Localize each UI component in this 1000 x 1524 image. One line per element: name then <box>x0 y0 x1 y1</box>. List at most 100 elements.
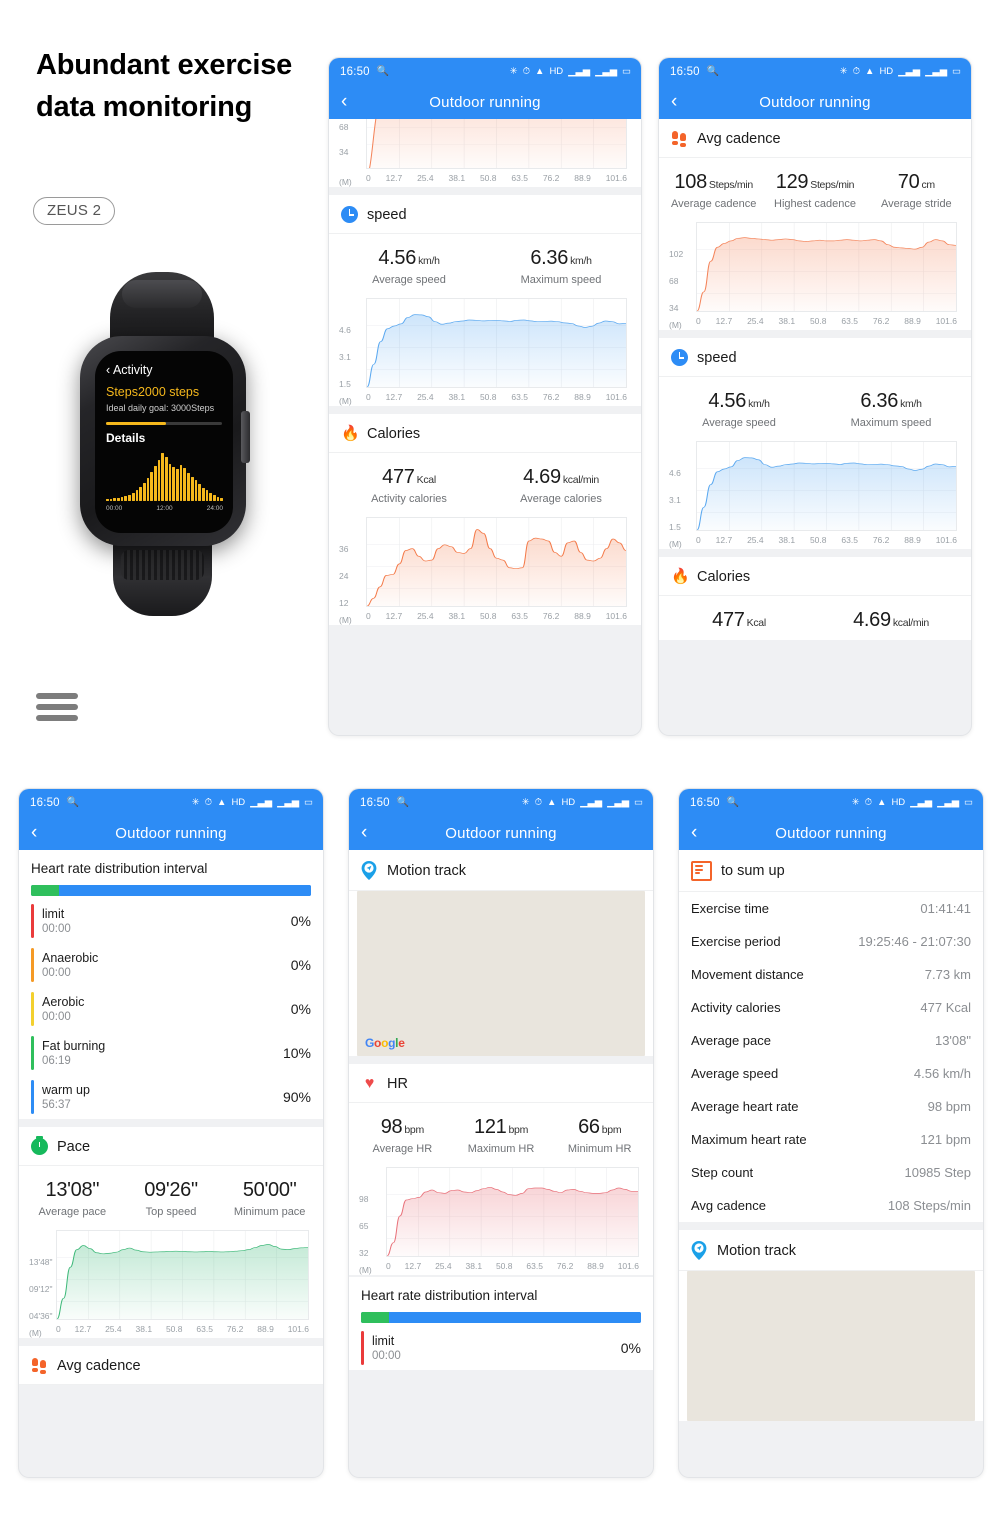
screen-content[interactable]: 68 34 (M) 0 12.7 25.4 38.1 50.8 63.5 76.2 88.9 1… <box>329 119 641 625</box>
battery-icon: ▭ <box>634 796 643 808</box>
stat-unit: bpm <box>404 1124 424 1136</box>
summary-key: Maximum heart rate <box>691 1132 807 1147</box>
stat-value: 121 bpm <box>474 1116 529 1138</box>
chart-y-tick: 1.5 <box>339 379 351 390</box>
hamburger-icon[interactable] <box>36 693 78 726</box>
stat-unit: cm <box>921 179 935 191</box>
sum-up-icon <box>691 861 712 881</box>
search-icon[interactable]: 🔍 <box>727 797 739 808</box>
watch-goal-label: Ideal daily goal: 3000Steps <box>106 403 215 413</box>
stat-label: Highest cadence <box>774 198 856 210</box>
chart-x-tick: 88.9 <box>574 173 591 183</box>
screen-content[interactable]: Motion track Google ♥ HR 98 bpm Average H… <box>349 850 653 1370</box>
chart-y-tick: 102 <box>669 249 684 260</box>
stat-value: 6.36 km/h <box>860 390 922 412</box>
card-header: Avg cadence <box>19 1346 323 1385</box>
stat-unit: kcal/min <box>892 617 929 629</box>
summary-key: Avg cadence <box>691 1198 766 1213</box>
summary-row: Exercise period 19:25:46 - 21:07:30 <box>679 925 983 958</box>
back-chevron-icon[interactable]: ‹ <box>31 821 37 845</box>
chart-unit-label: (M) <box>669 320 682 330</box>
summary-value: 19:25:46 - 21:07:30 <box>858 934 971 949</box>
signal-icon: ▁▃▅ <box>277 796 300 808</box>
screen-content[interactable]: Heart rate distribution interval limit 0… <box>19 850 323 1385</box>
map-view[interactable] <box>687 1271 975 1421</box>
search-icon[interactable]: 🔍 <box>707 66 719 77</box>
hr-zone-percent: 0% <box>290 913 311 929</box>
cadence-card-cropped: 68 34 (M) 0 12.7 25.4 38.1 50.8 63.5 76.2 88.9 1… <box>329 119 641 187</box>
back-chevron-icon[interactable]: ‹ <box>341 90 347 114</box>
chart-y-tick: 34 <box>669 303 679 314</box>
hr-distribution-card: Heart rate distribution interval limit 0… <box>19 850 323 1119</box>
chart-x-tick: 76.2 <box>542 392 560 402</box>
google-attribution: Google <box>365 1036 405 1050</box>
back-chevron-icon[interactable]: ‹ <box>671 90 677 114</box>
nav-bar: ‹ Outdoor running <box>659 85 971 119</box>
search-icon[interactable]: 🔍 <box>397 797 409 808</box>
search-icon[interactable]: 🔍 <box>377 66 389 77</box>
search-icon[interactable]: 🔍 <box>67 797 79 808</box>
hr-zone-percent: 0% <box>290 1001 311 1017</box>
chart-x-tick: 12.7 <box>385 392 403 402</box>
chart-x-tick: 25.4 <box>435 1261 452 1271</box>
model-badge: ZEUS 2 <box>33 197 116 225</box>
chart-plot <box>696 222 957 312</box>
stat-label: Maximum speed <box>850 417 932 429</box>
wifi-icon: ▲ <box>865 65 875 77</box>
chart-x-tick: 25.4 <box>417 173 434 183</box>
chart-x-axis: 0 12.7 25.4 38.1 50.8 63.5 76.2 88.9 101.6 <box>366 611 627 625</box>
calories-chart: 36 24 12 (M) 0 12.7 25.4 38.1 50.8 63.5 76.2 88.9… <box>339 517 631 625</box>
speed-card: speed 4.56 km/h Average speed 6.36 km/h Ma… <box>659 338 971 549</box>
hr-zone-percent: 0% <box>620 1340 641 1356</box>
chart-x-axis: 0 12.7 25.4 38.1 50.8 63.5 76.2 88.9 101.6 <box>696 535 957 549</box>
average-speed-stat: 4.56 km/h Average speed <box>333 247 485 286</box>
chart-y-tick: 98 <box>359 1194 369 1205</box>
stat-label: Average stride <box>880 198 952 210</box>
map-view[interactable]: Google <box>357 891 645 1056</box>
chart-y-tick: 68 <box>669 276 679 287</box>
signal-icon: ▁▃▅ <box>910 796 933 808</box>
hr-zone-row: limit 00:00 0% <box>19 899 323 943</box>
chart-x-tick: 50.8 <box>809 316 827 326</box>
cadence-card: Avg cadence 108 Steps/min Average cadence… <box>659 119 971 330</box>
chart-x-tick: 88.9 <box>574 392 591 402</box>
summary-row: Average pace 13'08" <box>679 1024 983 1057</box>
hr-zone-row: limit 00:00 0% <box>349 1326 653 1370</box>
chart-x-tick: 0 <box>56 1324 61 1334</box>
pace-card: Pace 13'08" Average pace 09'26" Top spee… <box>19 1127 323 1338</box>
chart-y-tick: 32 <box>359 1248 369 1259</box>
chart-x-tick: 25.4 <box>417 392 434 402</box>
title-line-2: data monitoring <box>36 91 253 123</box>
chart-x-tick: 76.2 <box>226 1324 244 1334</box>
hr-zone-time: 00:00 <box>372 1350 401 1362</box>
signal-icon: ▁▃▅ <box>898 65 921 77</box>
watch-back-activity-label: ‹ Activity <box>106 363 153 377</box>
hr-zone-percent: 90% <box>282 1089 311 1105</box>
pace-chart: 13'48" 09'12" 04'36" (M) 0 12.7 25.4 38.1 50.8… <box>29 1230 313 1338</box>
activity-calories-stat: 477 Kcal <box>663 609 815 636</box>
chart-y-tick: 68 <box>339 122 349 133</box>
screen-content[interactable]: Avg cadence 108 Steps/min Average cadence… <box>659 119 971 640</box>
hr-zone-name: Anaerobic <box>42 951 99 965</box>
chart-x-tick: 76.2 <box>872 316 890 326</box>
nav-title: Outdoor running <box>775 824 887 842</box>
chart-x-tick: 0 <box>696 316 701 326</box>
speed-title: speed <box>367 206 407 223</box>
alarm-icon: ⏱ <box>204 796 213 808</box>
back-chevron-icon[interactable]: ‹ <box>361 821 367 845</box>
chart-x-tick: 38.1 <box>448 611 466 621</box>
signal-icon: ▁▃▅ <box>250 796 273 808</box>
chart-x-tick: 50.8 <box>495 1261 513 1271</box>
chart-y-tick: 65 <box>359 1221 369 1232</box>
stat-unit: Kcal <box>746 617 767 629</box>
chart-x-tick: 88.9 <box>904 316 921 326</box>
hr-zone-name: limit <box>42 907 65 921</box>
watch-details-label: Details <box>106 431 146 445</box>
chart-plot <box>56 1230 309 1320</box>
hr-zone-time: 06:19 <box>42 1055 71 1067</box>
status-time: 16:50 <box>30 796 60 809</box>
back-chevron-icon[interactable]: ‹ <box>691 821 697 845</box>
motion-track-card: Motion track <box>679 1230 983 1421</box>
screen-content[interactable]: to sum up Exercise time 01:41:41 Exercis… <box>679 850 983 1421</box>
chart-x-tick: 88.9 <box>257 1324 274 1334</box>
